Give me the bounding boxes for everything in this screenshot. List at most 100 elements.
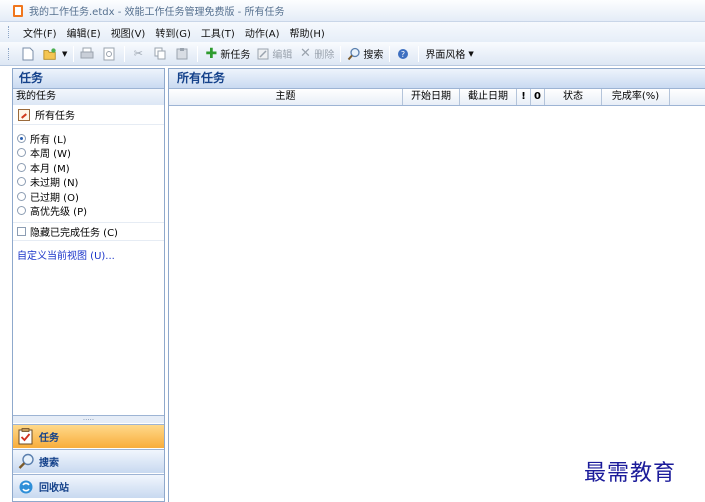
recycle-icon — [17, 478, 35, 496]
column-start-date[interactable]: 开始日期 — [403, 89, 460, 105]
new-task-button[interactable]: ✚ 新任务 — [201, 44, 253, 64]
theme-dropdown[interactable]: 界面风格 ▼ — [422, 44, 476, 64]
filter-label: 所有 (L) — [30, 134, 67, 146]
edit-label: 编辑 — [272, 50, 293, 61]
task-table-header: 主题 开始日期 截止日期 ! 0 状态 完成率(%) — [169, 89, 705, 106]
nav-recycle-label: 回收站 — [39, 483, 69, 494]
nav-splitter-handle[interactable]: ..... — [13, 415, 164, 423]
menu-edit[interactable]: 编辑(E) — [62, 25, 106, 40]
column-subject[interactable]: 主题 — [169, 89, 403, 105]
help-button[interactable]: ? — [393, 44, 415, 64]
hide-completed-checkbox[interactable] — [17, 227, 26, 236]
navigation-pane-title: 任务 — [13, 69, 164, 89]
menu-view[interactable]: 视图(V) — [106, 25, 151, 40]
new-task-label: 新任务 — [220, 50, 251, 61]
filter-not-overdue[interactable]: 未过期 (N) — [17, 175, 164, 190]
filter-overdue[interactable]: 已过期 (O) — [17, 189, 164, 204]
task-list-title: 所有任务 — [169, 69, 705, 89]
menu-tools[interactable]: 工具(T) — [196, 25, 240, 40]
preview-icon — [102, 47, 116, 61]
filter-this-week[interactable]: 本周 (W) — [17, 146, 164, 161]
search-icon — [347, 47, 361, 61]
navigation-pane: 任务 我的任务 所有任务 所有 (L) 本周 (W) 本月 (M) 未过期 (N… — [12, 68, 165, 502]
column-due-date[interactable]: 截止日期 — [460, 89, 517, 105]
task-checklist-icon — [17, 428, 35, 446]
watermark: 最需教育 — [584, 461, 677, 486]
paste-button[interactable] — [172, 44, 194, 64]
column-status[interactable]: 状态 — [545, 89, 602, 105]
window-title: 我的工作任务.etdx - 效能工作任务管理免费版 - 所有任务 — [29, 7, 285, 18]
chevron-down-icon: ▼ — [468, 49, 474, 58]
radio-icon[interactable] — [17, 177, 26, 187]
cut-icon: ✂ — [133, 47, 143, 60]
app-icon — [13, 4, 23, 17]
filter-label: 未过期 (N) — [30, 178, 79, 190]
search-icon — [17, 453, 35, 471]
new-file-button[interactable] — [18, 44, 40, 64]
new-file-icon — [21, 47, 35, 61]
nav-tasks-label: 任务 — [39, 433, 59, 444]
open-file-button[interactable]: ▼ — [40, 44, 70, 64]
search-label: 搜索 — [363, 50, 384, 61]
edit-button[interactable]: 编辑 — [253, 44, 295, 64]
menu-help[interactable]: 帮助(H) — [284, 25, 329, 40]
open-folder-icon — [43, 47, 57, 61]
copy-button[interactable] — [150, 44, 172, 64]
toolbar: ▼ ✂ ✚ 新任务 编辑 ✕ 删除 搜索 ? 界面风格 ▼ — [0, 42, 705, 66]
filter-label: 已过期 (O) — [30, 192, 79, 204]
radio-icon[interactable] — [17, 162, 26, 172]
menu-grip — [8, 26, 11, 38]
nav-search-button[interactable]: 搜索 — [13, 449, 164, 473]
filter-this-month[interactable]: 本月 (M) — [17, 160, 164, 175]
theme-label: 界面风格 — [425, 50, 466, 61]
filter-label: 高优先级 (P) — [30, 207, 88, 219]
svg-text:?: ? — [401, 50, 405, 59]
task-folder-icon — [18, 108, 30, 121]
delete-button[interactable]: ✕ 删除 — [295, 44, 337, 64]
edit-icon — [256, 47, 270, 61]
filter-all[interactable]: 所有 (L) — [17, 131, 164, 146]
menu-goto[interactable]: 转到(G) — [150, 25, 196, 40]
radio-icon[interactable] — [17, 133, 26, 143]
my-tasks-section: 我的任务 — [13, 89, 164, 105]
print-button[interactable] — [77, 44, 99, 64]
filter-label: 本月 (M) — [30, 163, 70, 175]
hide-completed-label: 隐藏已完成任务 (C) — [30, 228, 118, 239]
radio-icon[interactable] — [17, 191, 26, 201]
view-filter-group: 所有 (L) 本周 (W) 本月 (M) 未过期 (N) 已过期 (O) 高优先… — [13, 125, 164, 223]
filter-label: 本周 (W) — [30, 149, 71, 161]
toolbar-separator — [73, 45, 75, 62]
radio-icon[interactable] — [17, 206, 26, 216]
all-tasks-label: 所有任务 — [35, 111, 75, 122]
hide-completed-option[interactable]: 隐藏已完成任务 (C) — [13, 223, 164, 241]
menu-bar: 文件(F) 编辑(E) 视图(V) 转到(G) 工具(T) 动作(A) 帮助(H… — [0, 22, 705, 42]
nav-tasks-button[interactable]: 任务 — [13, 424, 164, 448]
plus-icon: ✚ — [205, 45, 218, 62]
column-priority[interactable]: ! — [517, 89, 531, 105]
filter-high-priority[interactable]: 高优先级 (P) — [17, 204, 164, 219]
toolbar-separator — [418, 45, 420, 62]
nav-recycle-button[interactable]: 回收站 — [13, 474, 164, 498]
toolbar-separator — [340, 45, 342, 62]
toolbar-separator — [124, 45, 126, 62]
delete-label: 删除 — [314, 50, 335, 61]
search-button[interactable]: 搜索 — [344, 44, 386, 64]
copy-icon — [153, 47, 167, 61]
column-complete-rate[interactable]: 完成率(%) — [602, 89, 670, 105]
help-icon: ? — [396, 47, 410, 61]
title-bar: 我的工作任务.etdx - 效能工作任务管理免费版 - 所有任务 — [0, 0, 705, 22]
preview-button[interactable] — [99, 44, 121, 64]
all-tasks-folder[interactable]: 所有任务 — [13, 105, 164, 125]
cut-button[interactable]: ✂ — [128, 44, 150, 64]
nav-search-label: 搜索 — [39, 458, 59, 469]
menu-file[interactable]: 文件(F) — [18, 25, 62, 40]
radio-icon[interactable] — [17, 148, 26, 158]
toolbar-separator — [389, 45, 391, 62]
task-list-pane: 所有任务 主题 开始日期 截止日期 ! 0 状态 完成率(%) — [168, 68, 705, 502]
print-icon — [80, 47, 94, 61]
customize-view-link[interactable]: 自定义当前视图 (U)... — [13, 241, 164, 262]
paste-icon — [175, 47, 189, 61]
toolbar-grip — [8, 47, 11, 60]
menu-action[interactable]: 动作(A) — [240, 25, 285, 40]
column-attachment[interactable]: 0 — [531, 89, 545, 105]
